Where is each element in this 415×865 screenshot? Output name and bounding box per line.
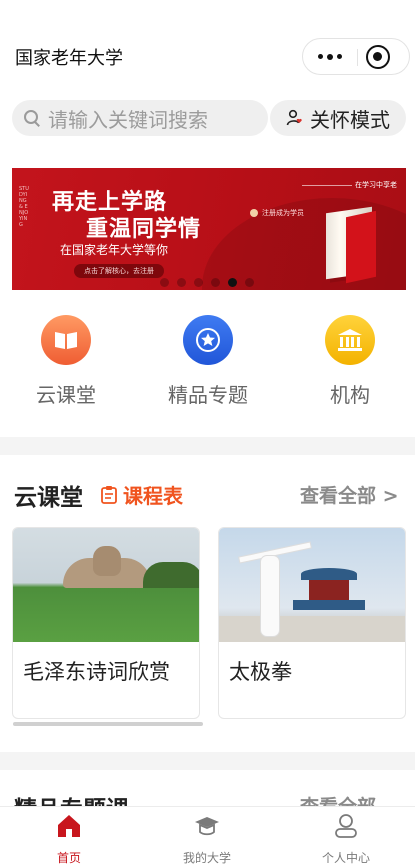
tab-my-university[interactable]: 我的大学 [138, 813, 276, 865]
banner-side-text: STUDYING & ENJOYING [19, 186, 29, 228]
section-title: 云课堂 [14, 485, 83, 511]
tab-profile[interactable]: 个人中心 [277, 813, 415, 865]
nav-cloud-class-label: 云课堂 [36, 383, 96, 407]
banner-line-2: 重温同学情 [86, 217, 202, 242]
book-icon [41, 315, 91, 365]
coin-icon [250, 209, 258, 217]
more-icon[interactable] [303, 39, 357, 74]
carousel-dots [160, 278, 254, 287]
nav-featured-topics-label: 精品专题 [168, 383, 248, 407]
search-placeholder: 请输入关键词搜索 [48, 107, 208, 132]
star-icon [183, 315, 233, 365]
carousel-dot-active[interactable] [228, 278, 237, 287]
institution-icon [325, 315, 375, 365]
promo-banner[interactable]: STUDYING & ENJOYING 再走上学路 重温同学情 在国家老年大学等… [12, 168, 406, 290]
course-name: 太极拳 [229, 660, 292, 684]
tab-home[interactable]: 首页 [0, 813, 138, 865]
quick-nav: 云课堂 精品专题 机构 [0, 312, 415, 422]
mini-program-capsule [302, 38, 410, 75]
care-mode-icon [286, 109, 302, 126]
book-cover [346, 210, 376, 284]
app-title: 国家老年大学 [15, 48, 123, 69]
course-card[interactable]: 太极拳 [218, 527, 406, 719]
view-all-link[interactable]: 查看全部 > [300, 481, 399, 508]
banner-cta[interactable]: 点击了解核心，去注册 [74, 264, 164, 278]
course-thumbnail [13, 528, 199, 642]
carousel-dot[interactable] [177, 278, 186, 287]
search-icon [24, 110, 40, 126]
search-input[interactable]: 请输入关键词搜索 [12, 100, 268, 136]
course-thumbnail [219, 528, 405, 642]
banner-line-3: 在国家老年大学等你 [60, 243, 169, 257]
bottom-tab-bar: 首页 我的大学 个人中心 [0, 806, 415, 865]
banner-tag: 在学习中享老 [355, 181, 397, 189]
carousel-dot[interactable] [245, 278, 254, 287]
user-icon [335, 814, 357, 838]
carousel-dot[interactable] [160, 278, 169, 287]
banner-tagline-rule [302, 185, 352, 186]
home-icon [58, 815, 80, 837]
tab-my-university-label: 我的大学 [182, 851, 231, 865]
care-mode-label: 关怀模式 [310, 107, 390, 132]
tab-home-label: 首页 [56, 851, 81, 865]
section-divider [0, 752, 415, 770]
schedule-icon [101, 485, 117, 504]
schedule-link[interactable]: 课程表 [99, 480, 183, 509]
close-icon[interactable] [366, 45, 390, 69]
schedule-label: 课程表 [123, 484, 183, 508]
tab-profile-label: 个人中心 [321, 851, 370, 865]
nav-institutions[interactable]: 机构 [295, 312, 405, 408]
carousel-dot[interactable] [194, 278, 203, 287]
banner-note-text: 注册成为学员 [262, 209, 304, 217]
capsule-divider [357, 49, 358, 66]
carousel-dot[interactable] [211, 278, 220, 287]
course-card[interactable]: 毛泽东诗词欣赏 [12, 527, 200, 719]
course-name: 毛泽东诗词欣赏 [23, 660, 170, 684]
nav-featured-topics[interactable]: 精品专题 [153, 312, 263, 408]
graduation-cap-icon [195, 817, 219, 836]
nav-cloud-class[interactable]: 云课堂 [11, 312, 121, 408]
banner-note: 注册成为学员 [250, 208, 304, 218]
top-bar: 国家老年大学 [0, 0, 415, 95]
nav-institutions-label: 机构 [330, 383, 370, 407]
care-mode-button[interactable]: 关怀模式 [270, 100, 406, 136]
section-divider [0, 437, 415, 455]
horizontal-scrollbar[interactable] [13, 722, 203, 726]
